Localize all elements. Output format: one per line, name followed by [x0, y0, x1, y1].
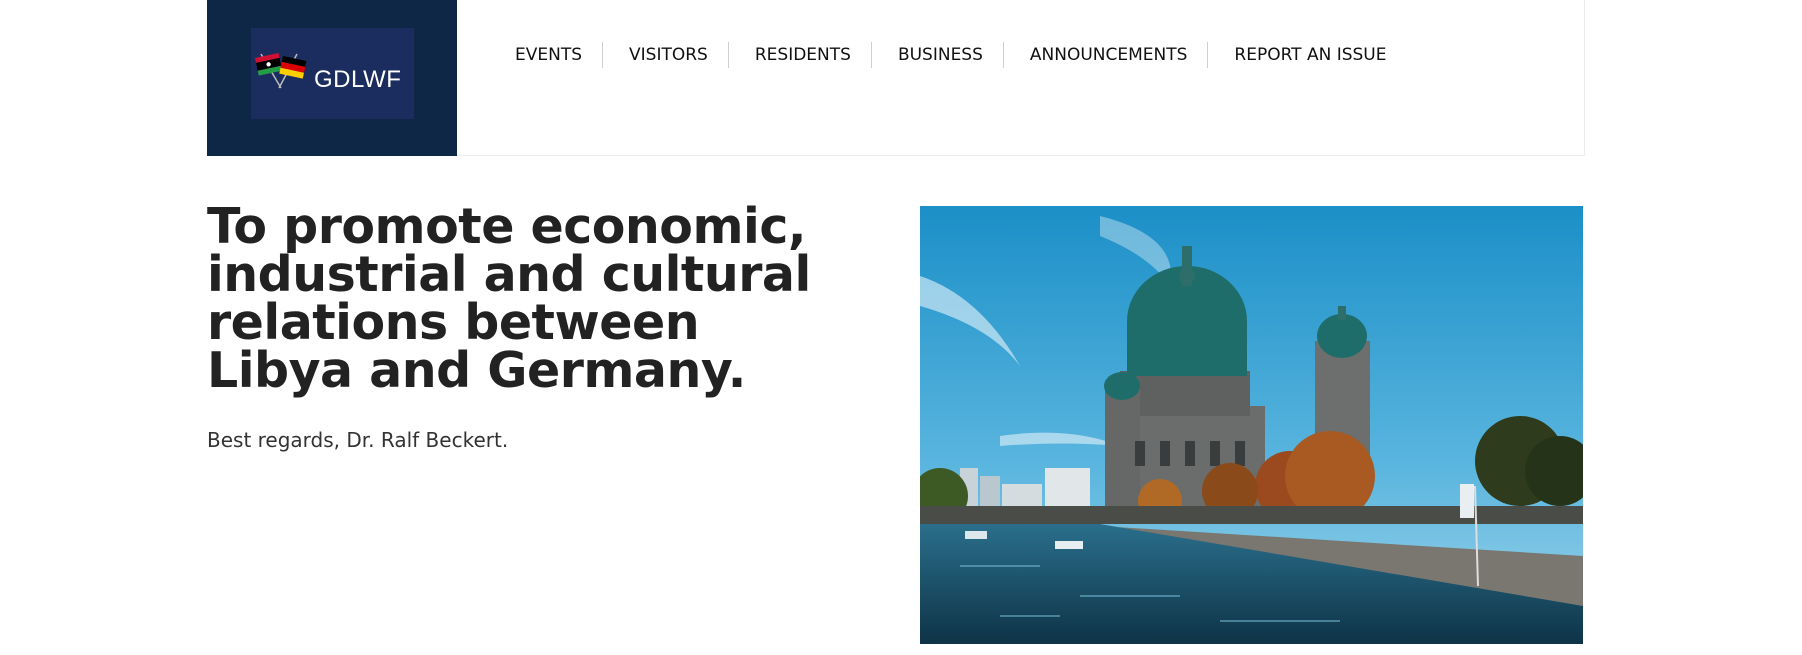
- nav-report-an-issue[interactable]: REPORT AN ISSUE: [1207, 42, 1406, 68]
- hero-subtitle: Best regards, Dr. Ralf Beckert.: [207, 428, 509, 452]
- site-header: GDLWF EVENTS VISITORS RESIDENTS BUSINESS…: [207, 0, 1585, 156]
- logo-text: GDLWF: [314, 66, 402, 93]
- logo-block[interactable]: GDLWF: [207, 0, 457, 156]
- logo[interactable]: GDLWF: [251, 28, 414, 119]
- main-nav: EVENTS VISITORS RESIDENTS BUSINESS ANNOU…: [507, 42, 1407, 68]
- berlin-cathedral-image: [920, 206, 1583, 644]
- hero-photo: [920, 206, 1583, 644]
- crossed-flags-icon: [255, 53, 307, 89]
- hero-title: To promote economic, industrial and cult…: [207, 198, 811, 399]
- nav-visitors[interactable]: VISITORS: [602, 42, 728, 68]
- nav-announcements[interactable]: ANNOUNCEMENTS: [1002, 42, 1208, 68]
- nav-events[interactable]: EVENTS: [507, 42, 602, 68]
- nav-residents[interactable]: RESIDENTS: [727, 42, 871, 68]
- nav-business[interactable]: BUSINESS: [870, 42, 1003, 68]
